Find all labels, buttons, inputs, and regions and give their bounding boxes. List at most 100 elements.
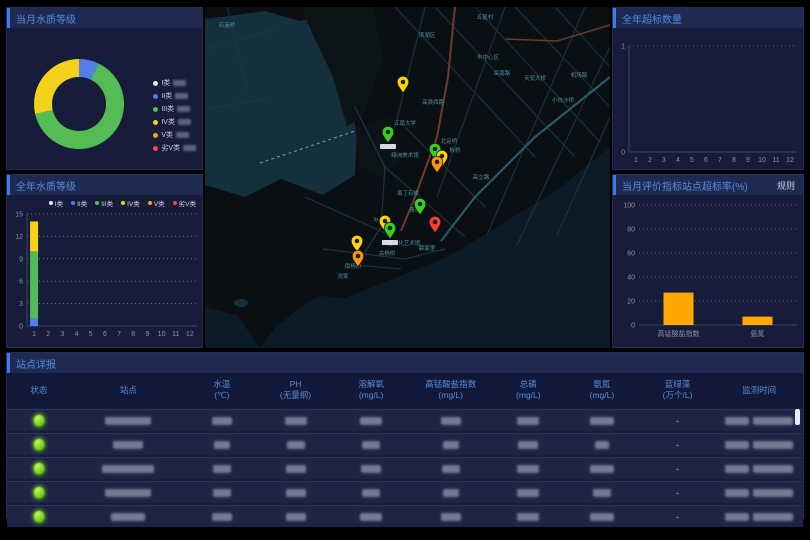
station-cell [71, 465, 186, 473]
exceed-count-chart: 10123456789101112 [613, 28, 803, 169]
status-ok-dot [33, 486, 45, 499]
legend-item[interactable]: 劣V类 [153, 143, 196, 153]
status-cell [7, 414, 71, 427]
svg-text:5: 5 [89, 331, 93, 338]
legend-dot [95, 201, 99, 205]
stack-segment-III类 [30, 251, 38, 318]
table-row[interactable]: - [7, 457, 803, 479]
panel-title: 站点详报 [16, 356, 56, 371]
legend-dot [153, 94, 158, 99]
legend-label: III类 [101, 198, 113, 208]
legend-label: V类 [154, 198, 165, 208]
legend-item[interactable]: III类 [95, 198, 113, 208]
table-row[interactable]: - [7, 481, 803, 503]
panel-month-water-grade: 当月水质等级 I类II类III类IV类V类劣V类 [6, 7, 203, 170]
table-header-row: 状态站点水温(℃)PH(无量纲)溶解氧(mg/L)高锰酸盐指数(mg/L)总磷(… [7, 373, 803, 407]
legend-dot [71, 201, 75, 205]
panel-year-exceed: 全年超标数量 10123456789101112 [612, 7, 804, 170]
legend-item[interactable]: II类 [153, 91, 196, 101]
panel-station-table: 站点详报 状态站点水温(℃)PH(无量纲)溶解氧(mg/L)高锰酸盐指数(mg/… [6, 352, 804, 519]
svg-text:0: 0 [631, 323, 635, 330]
value-cell [186, 489, 258, 497]
value-cell [186, 513, 258, 521]
algae-cell: - [640, 416, 716, 426]
map-place-label: 绿洲美术馆 [391, 151, 419, 159]
legend-item[interactable]: I类 [153, 78, 196, 88]
algae-cell: - [640, 512, 716, 522]
blurred-value [175, 93, 188, 99]
table-row[interactable]: - [7, 433, 803, 455]
svg-text:0: 0 [19, 324, 23, 331]
legend-item[interactable]: V类 [148, 198, 165, 208]
legend-item[interactable]: V类 [153, 130, 196, 140]
column-header-4: 溶解氧(mg/L) [333, 379, 409, 401]
time-cell [715, 465, 803, 473]
legend-label: I类 [55, 198, 63, 208]
stack-segment-IV类 [30, 221, 38, 251]
svg-text:4: 4 [676, 157, 680, 164]
blurred-value [173, 80, 186, 86]
svg-text:8: 8 [131, 331, 135, 338]
svg-text:6: 6 [19, 279, 23, 286]
legend-label: I类 [161, 78, 170, 88]
column-header-3: PH(无量纲) [258, 379, 334, 401]
legend-item[interactable]: III类 [153, 104, 196, 114]
status-ok-dot [33, 438, 45, 451]
legend-item[interactable]: IV类 [153, 117, 196, 127]
value-cell [258, 417, 334, 425]
time-cell [715, 489, 803, 497]
legend-dot [153, 81, 158, 86]
value-cell [258, 513, 334, 521]
value-cell [186, 465, 258, 473]
value-cell [564, 513, 640, 521]
time-cell [715, 513, 803, 521]
rules-link[interactable]: 规则 [777, 179, 795, 192]
svg-text:高锰酸盐指数: 高锰酸盐指数 [658, 329, 700, 338]
algae-cell: - [640, 464, 716, 474]
svg-text:6: 6 [103, 331, 107, 338]
table-scrollbar[interactable] [795, 409, 800, 425]
table-row[interactable]: - [7, 409, 803, 431]
value-cell [258, 465, 334, 473]
map-place-label: 古杨桥 [379, 249, 396, 257]
stacked-bar-chart: 03691215123456789101112 [7, 208, 202, 346]
map-canvas[interactable]: 石庙桥滨湖区五星村市中心区岳南路天安大桥机场路小白沙桥高浪西路江南大学北足桥板桥… [205, 7, 610, 348]
column-header-9: 监测时间 [715, 385, 803, 396]
station-cell [71, 441, 186, 449]
value-cell [564, 465, 640, 473]
exceed-rate-chart: 020406080100高锰酸盐指数氨氮 [613, 195, 803, 347]
svg-text:100: 100 [623, 203, 635, 210]
stack-segment-II类 [30, 319, 38, 326]
station-cell [71, 513, 186, 521]
svg-text:1: 1 [32, 331, 36, 338]
legend-dot [121, 201, 125, 205]
value-cell [493, 417, 565, 425]
svg-text:7: 7 [117, 331, 121, 338]
legend-item[interactable]: 劣V类 [173, 198, 196, 208]
value-cell [564, 441, 640, 449]
svg-text:12: 12 [786, 157, 794, 164]
svg-text:3: 3 [60, 331, 64, 338]
legend-item[interactable]: IV类 [121, 198, 140, 208]
map-place-label: 高浪西路 [422, 98, 445, 106]
map-place-label: 沈家 [337, 272, 349, 280]
panel-exceed-rate: 当月评价指标站点超标率(%) 规则 020406080100高锰酸盐指数氨氮 [612, 174, 804, 348]
svg-text:80: 80 [627, 227, 635, 234]
svg-text:3: 3 [662, 157, 666, 164]
value-cell [564, 417, 640, 425]
svg-text:8: 8 [732, 157, 736, 164]
value-cell [409, 489, 493, 497]
svg-text:2: 2 [46, 331, 50, 338]
table-row[interactable]: - [7, 505, 803, 527]
map-place-label: 江南大学 [394, 119, 417, 127]
legend-item[interactable]: I类 [49, 198, 63, 208]
panel-header: 全年水质等级 [7, 175, 202, 195]
panel-header: 当月评价指标站点超标率(%) 规则 [613, 175, 803, 195]
legend-label: 劣V类 [161, 143, 180, 153]
legend-dot [153, 107, 158, 112]
legend-dot [148, 201, 152, 205]
station-map[interactable]: 石庙桥滨湖区五星村市中心区岳南路天安大桥机场路小白沙桥高浪西路江南大学北足桥板桥… [205, 7, 610, 348]
svg-text:11: 11 [772, 157, 779, 164]
map-place-label: 岳南路 [494, 69, 511, 77]
legend-item[interactable]: II类 [71, 198, 87, 208]
